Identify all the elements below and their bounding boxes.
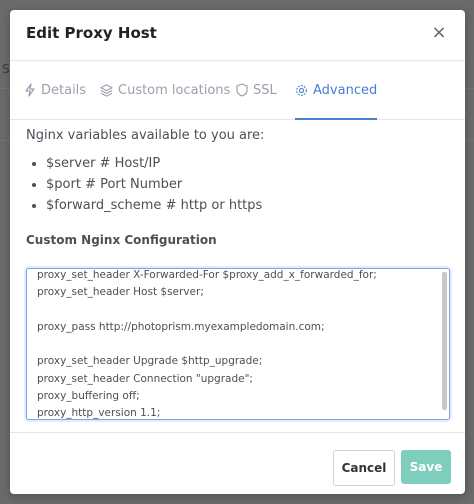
config-line: proxy_set_header Host $server; <box>37 286 204 299</box>
tab-ssl-label: SSL <box>253 82 277 98</box>
gear-icon <box>296 84 307 96</box>
modal-footer: Cancel Save <box>10 432 465 494</box>
tab-custom-locations[interactable]: Custom locations <box>100 61 230 119</box>
tab-advanced-label: Advanced <box>313 82 378 98</box>
edit-proxy-host-modal: Edit Proxy Host × Details Custom locatio… <box>10 10 465 494</box>
tab-details-label: Details <box>41 82 87 98</box>
list-item: $server # Host/IP <box>46 153 450 174</box>
config-line <box>37 302 437 319</box>
config-line: proxy_buffering off; <box>37 390 140 403</box>
tab-advanced[interactable]: Advanced <box>295 61 378 120</box>
config-line <box>37 336 437 353</box>
modal-header: Edit Proxy Host × <box>10 10 465 61</box>
list-item: $forward_scheme # http or https <box>46 195 450 216</box>
tab-ssl[interactable]: SSL <box>236 61 277 119</box>
layers-icon <box>100 83 113 97</box>
modal-title: Edit Proxy Host <box>26 24 157 42</box>
variables-intro: Nginx variables available to you are: <box>26 128 265 143</box>
custom-config-label: Custom Nginx Configuration <box>26 233 217 247</box>
textarea-scrollbar[interactable] <box>442 272 447 410</box>
tab-bar: Details Custom locations SSL Advanced <box>10 61 465 120</box>
list-item: $port # Port Number <box>46 174 450 195</box>
variables-list: $server # Host/IP $port # Port Number $f… <box>26 153 450 216</box>
custom-nginx-config-textarea[interactable]: proxy_set_header X-Forwarded-For $proxy_… <box>26 268 450 420</box>
tab-custom-locations-label: Custom locations <box>118 82 231 98</box>
shield-icon <box>236 83 248 97</box>
config-line: proxy_set_header Connection "upgrade"; <box>37 372 253 385</box>
close-button[interactable]: × <box>429 23 449 43</box>
advanced-panel: Nginx variables available to you are: $s… <box>26 128 450 247</box>
config-line: proxy_set_header Upgrade $http_upgrade; <box>37 355 263 368</box>
bolt-icon <box>25 83 35 97</box>
tab-details[interactable]: Details <box>24 61 86 119</box>
config-line: proxy_pass http://photoprism.myexampledo… <box>37 320 325 333</box>
config-text: proxy_set_header X-Forwarded-For $proxy_… <box>37 269 437 420</box>
config-line: proxy_http_version 1.1; <box>37 407 161 420</box>
cancel-button[interactable]: Cancel <box>333 450 395 486</box>
save-button[interactable]: Save <box>401 450 451 484</box>
config-line: proxy_set_header X-Forwarded-For $proxy_… <box>37 269 377 281</box>
